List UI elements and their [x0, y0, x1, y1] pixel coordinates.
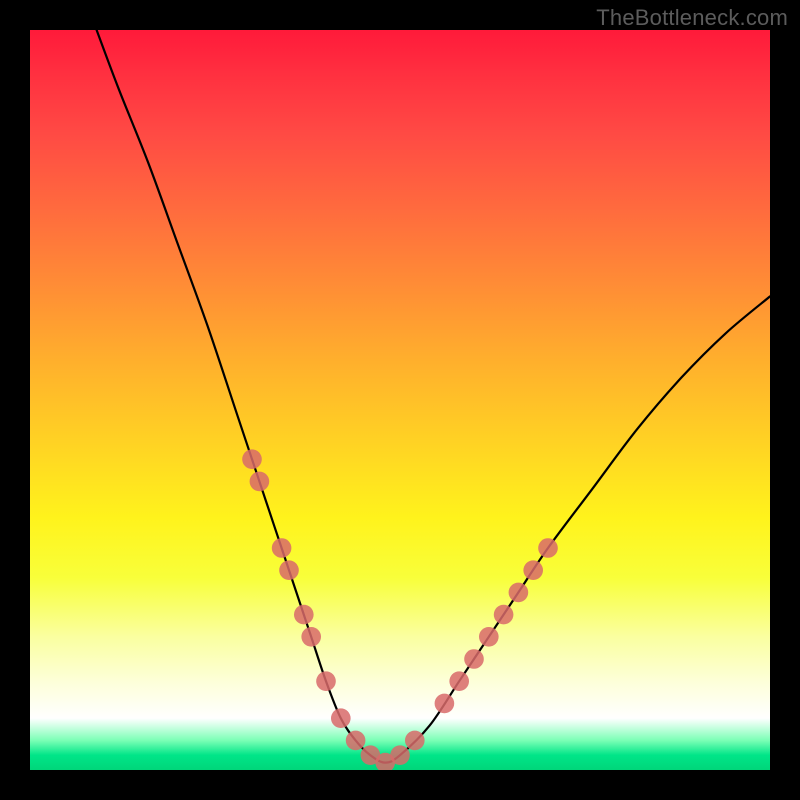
marker-dot — [316, 671, 336, 691]
marker-dot — [494, 605, 514, 625]
marker-dot — [479, 627, 499, 647]
marker-dot — [538, 538, 558, 558]
chart-frame: TheBottleneck.com — [0, 0, 800, 800]
marker-dot — [346, 731, 366, 751]
marker-dot — [509, 583, 529, 603]
marker-dot — [294, 605, 314, 625]
marker-dot — [242, 449, 262, 469]
marker-dot — [331, 708, 351, 728]
marker-dot — [405, 731, 425, 751]
chart-svg — [30, 30, 770, 770]
watermark-text: TheBottleneck.com — [596, 5, 788, 31]
highlighted-points — [242, 449, 558, 770]
marker-dot — [279, 560, 299, 580]
marker-dot — [435, 694, 455, 714]
marker-dot — [272, 538, 292, 558]
bottleneck-curve — [97, 30, 770, 763]
marker-dot — [390, 745, 410, 765]
marker-dot — [464, 649, 484, 669]
marker-dot — [250, 472, 270, 492]
marker-dot — [301, 627, 321, 647]
marker-dot — [449, 671, 469, 691]
plot-area — [30, 30, 770, 770]
marker-dot — [523, 560, 543, 580]
